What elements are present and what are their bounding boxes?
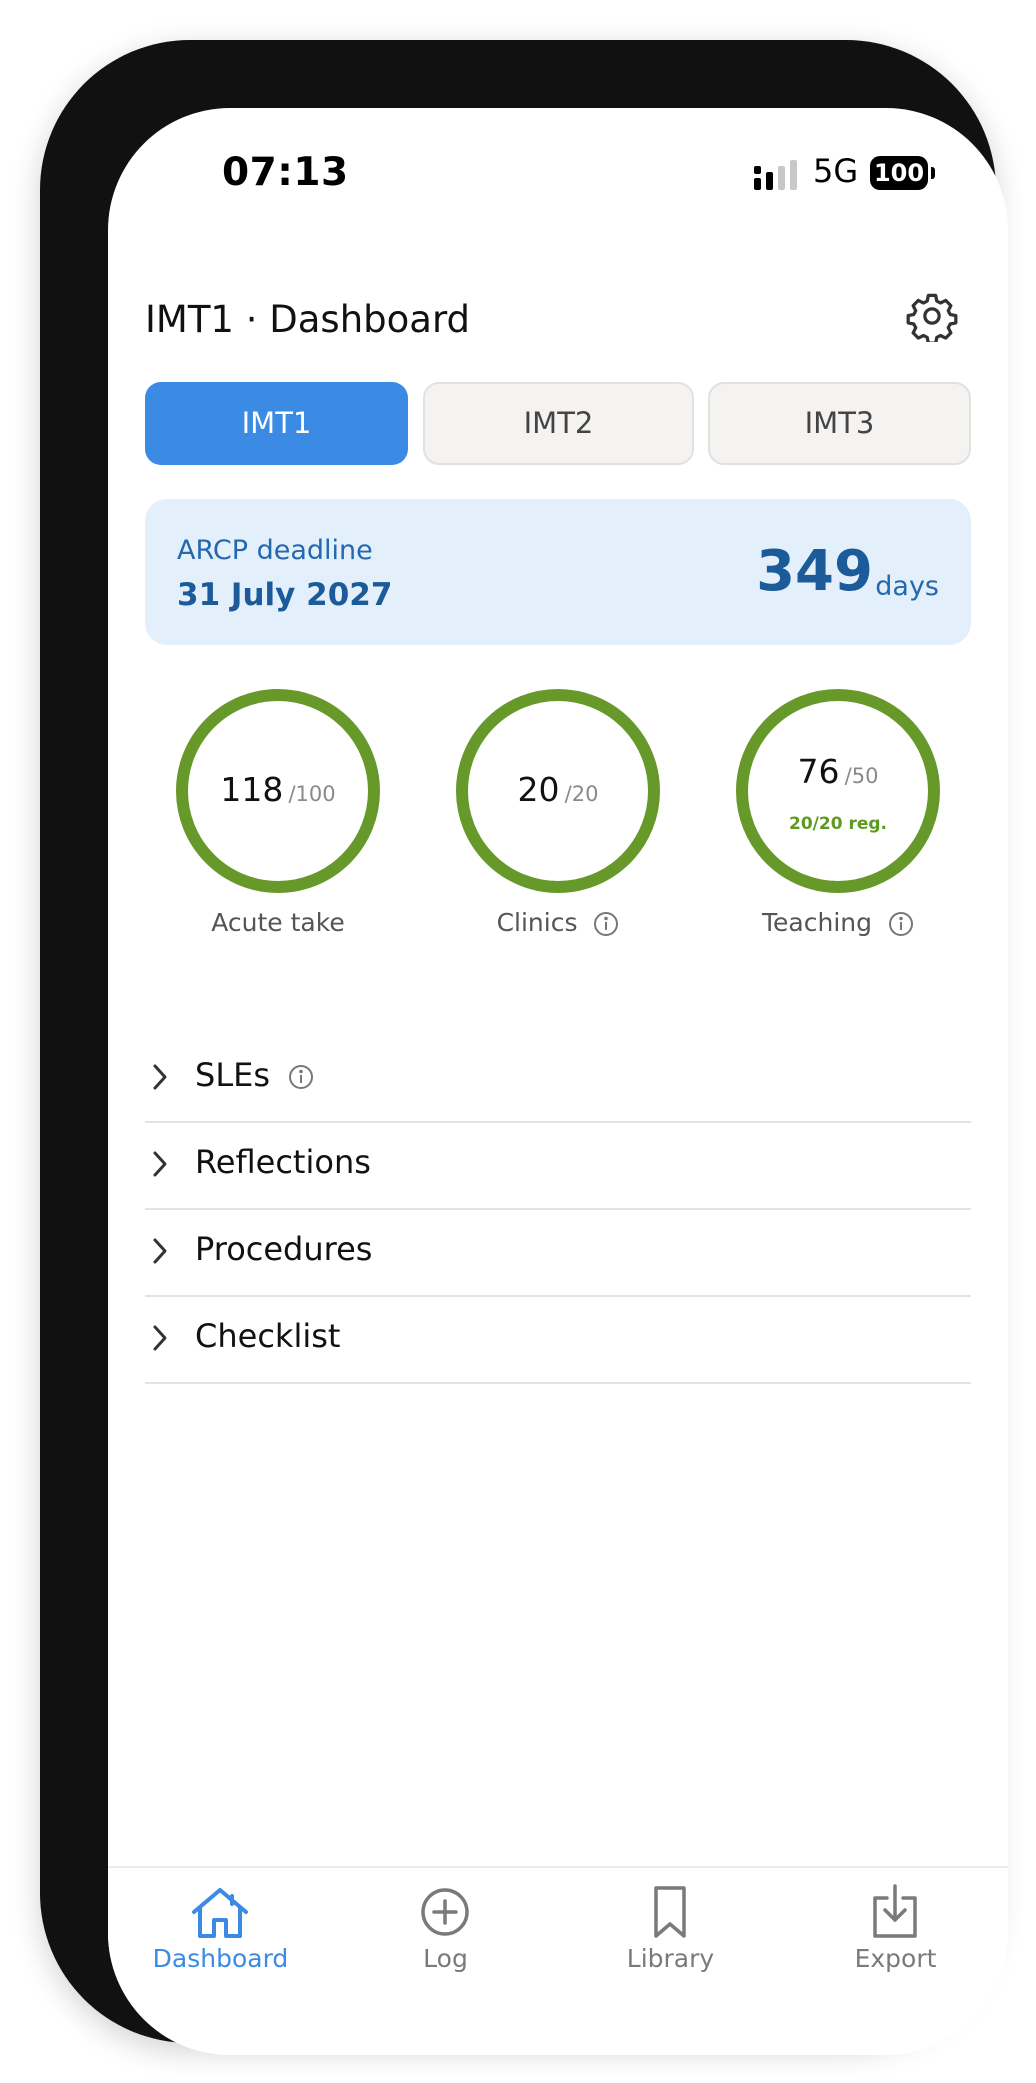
chevron-right-icon xyxy=(153,1064,167,1090)
ring-label-text: Clinics xyxy=(496,908,578,937)
section-reflections[interactable]: Reflections xyxy=(145,1121,971,1210)
info-icon[interactable] xyxy=(888,911,914,937)
ring-label-text: Teaching xyxy=(762,908,873,937)
ring-target: /100 xyxy=(288,782,336,806)
info-icon[interactable] xyxy=(288,1064,314,1090)
section-label-text: Checklist xyxy=(195,1317,341,1355)
status-time: 07:13 xyxy=(222,150,349,195)
chevron-right-icon xyxy=(153,1325,167,1351)
ring-label-acute-take: Acute take xyxy=(173,908,383,937)
tab-label: Dashboard xyxy=(152,1944,289,1973)
ring-label-text: Acute take xyxy=(211,908,345,937)
tab-label: Export xyxy=(854,1944,937,1973)
section-checklist[interactable]: Checklist xyxy=(145,1295,971,1384)
section-label-text: Reflections xyxy=(195,1143,371,1181)
section-procedures[interactable]: Procedures xyxy=(145,1208,971,1297)
ring-count: 118 xyxy=(220,770,284,809)
page-title: IMT1 · Dashboard xyxy=(145,298,470,341)
section-label-text: SLEs xyxy=(195,1056,271,1094)
network-label: 5G xyxy=(813,152,859,190)
ring-label-teaching: Teaching xyxy=(713,908,963,937)
plus-circle-icon xyxy=(421,1888,469,1936)
phone-frame: 07:13 5G 100 IMT1 · Dashboard IMT1 IMT2 … xyxy=(40,40,1008,2055)
tab-export[interactable]: Export xyxy=(783,1868,1008,1988)
section-sles[interactable]: SLEs xyxy=(145,1034,971,1123)
ring-value: 76 /50 xyxy=(733,752,943,791)
ring-value: 118 /100 xyxy=(173,770,383,809)
arcp-deadline-card: ARCP deadline 31 July 2027 349 days xyxy=(145,499,971,645)
bookmark-icon xyxy=(654,1886,686,1938)
tab-imt1[interactable]: IMT1 xyxy=(145,382,408,465)
ring-count: 76 xyxy=(797,752,840,791)
section-label-text: Procedures xyxy=(195,1230,373,1268)
app-screen: 07:13 5G 100 IMT1 · Dashboard IMT1 IMT2 … xyxy=(108,108,1008,2055)
info-icon[interactable] xyxy=(593,911,619,937)
tab-library[interactable]: Library xyxy=(558,1868,783,1988)
tab-imt3[interactable]: IMT3 xyxy=(708,382,971,465)
ring-target: /50 xyxy=(844,764,879,788)
deadline-date: 31 July 2027 xyxy=(177,577,393,613)
ring-count: 20 xyxy=(517,770,560,809)
download-icon xyxy=(873,1884,917,1938)
teaching-ring[interactable]: 76 /50 20/20 reg. xyxy=(733,686,943,896)
tab-label: Log xyxy=(423,1944,468,1973)
bottom-tab-bar: Dashboard Log Library Export xyxy=(108,1866,1008,2055)
ring-target: /20 xyxy=(564,782,599,806)
section-label: SLEs xyxy=(195,1056,314,1094)
chevron-right-icon xyxy=(153,1151,167,1177)
house-icon xyxy=(192,1888,248,1938)
acute-take-ring[interactable]: 118 /100 xyxy=(173,686,383,896)
deadline-days-count: 349 xyxy=(756,539,873,604)
ring-circle xyxy=(736,689,940,893)
signal-icon xyxy=(754,160,797,190)
deadline-days-unit: days xyxy=(875,571,939,602)
tab-imt2[interactable]: IMT2 xyxy=(423,382,694,465)
battery-icon: 100 xyxy=(870,156,928,190)
gear-icon[interactable] xyxy=(906,290,958,342)
ring-value: 20 /20 xyxy=(453,770,663,809)
ring-subtext: 20/20 reg. xyxy=(789,814,887,834)
tab-dashboard[interactable]: Dashboard xyxy=(108,1868,333,1988)
tab-label: Library xyxy=(626,1944,715,1973)
deadline-label: ARCP deadline xyxy=(177,535,373,566)
ring-label-clinics: Clinics xyxy=(433,908,683,937)
tab-log[interactable]: Log xyxy=(333,1868,558,1988)
clinics-ring[interactable]: 20 /20 xyxy=(453,686,663,896)
battery-tip xyxy=(931,167,935,179)
chevron-right-icon xyxy=(153,1238,167,1264)
